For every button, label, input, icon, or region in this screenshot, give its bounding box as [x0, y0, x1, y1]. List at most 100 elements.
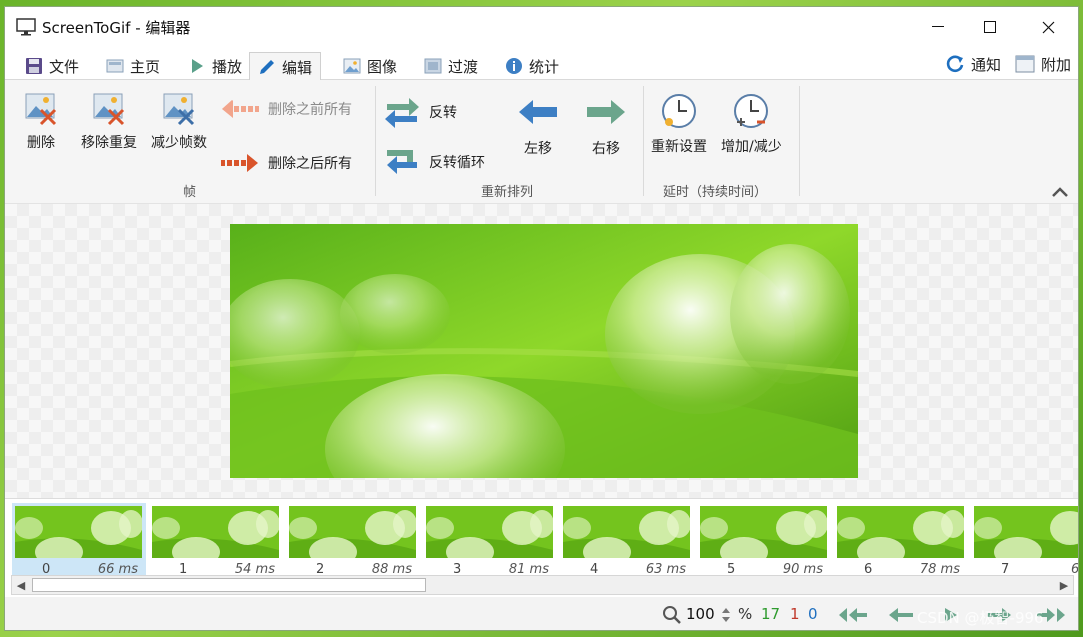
- arrow-left-dashed-icon: [222, 100, 259, 118]
- timeline-frame[interactable]: 0 66 ms: [12, 503, 146, 577]
- ribbon-separator: [643, 86, 644, 196]
- app-monitor-icon: [16, 18, 36, 36]
- first-frame-icon[interactable]: [837, 606, 869, 624]
- delete-after-button[interactable]: 删除之后所有: [220, 152, 352, 174]
- yoyo-label: 反转循环: [429, 155, 485, 171]
- close-button[interactable]: [1025, 7, 1071, 47]
- tab-statistics-label: 统计: [529, 57, 560, 76]
- frame-thumbnail: [837, 506, 964, 558]
- tab-home[interactable]: 主页: [98, 52, 168, 80]
- collapse-ribbon-icon[interactable]: [1051, 186, 1069, 198]
- notifications-button[interactable]: 通知: [945, 51, 1001, 77]
- reduce-frames-button[interactable]: 减少帧数: [151, 90, 207, 152]
- tab-file[interactable]: 文件: [17, 52, 87, 80]
- delete-before-label: 删除之前所有: [268, 102, 352, 118]
- frame-count: 17: [761, 605, 781, 623]
- remove-duplicates-label: 移除重复: [81, 135, 137, 151]
- title-bar: ScreenToGif - 编辑器: [5, 7, 1078, 47]
- tab-image[interactable]: 图像: [335, 52, 405, 80]
- frame-preview-image: [230, 224, 858, 478]
- frames-group-label: 帧: [183, 185, 197, 200]
- reorder-group-label: 重新排列: [481, 185, 534, 200]
- tab-image-label: 图像: [367, 57, 398, 76]
- timeline-frame[interactable]: 766 r: [971, 503, 1078, 577]
- previous-frame-icon[interactable]: [885, 606, 917, 624]
- yoyo-button[interactable]: 反转循环: [383, 144, 485, 180]
- delete-before-button[interactable]: 删除之前所有: [220, 98, 352, 120]
- delete-frame-button[interactable]: 删除: [23, 90, 59, 152]
- move-right-button[interactable]: 右移: [585, 98, 627, 158]
- timeline-frame[interactable]: 4 63 ms: [560, 503, 694, 577]
- delete-frame-icon: [25, 93, 57, 126]
- zoom-unit: %: [738, 605, 753, 623]
- scroll-left-arrow[interactable]: ◀: [12, 576, 30, 594]
- play-icon: [192, 59, 203, 73]
- tab-play-label: 播放: [212, 57, 243, 76]
- reset-delay-button[interactable]: 重新设置: [651, 92, 707, 156]
- adjust-delay-label: 增加/减少: [721, 139, 782, 155]
- frame-thumbnail: [563, 506, 690, 558]
- scrollbar-thumb[interactable]: [32, 578, 426, 592]
- frame-thumbnail: [289, 506, 416, 558]
- tab-file-label: 文件: [49, 57, 80, 76]
- move-left-label: 左移: [524, 141, 552, 157]
- timeline-frame[interactable]: 6 78 ms: [834, 503, 968, 577]
- tab-edit[interactable]: 编辑: [249, 52, 322, 81]
- reduce-frames-label: 减少帧数: [151, 135, 207, 151]
- remove-duplicates-button[interactable]: 移除重复: [81, 90, 137, 152]
- refresh-icon: [946, 55, 964, 73]
- home-icon: [106, 59, 124, 73]
- tab-transition-label: 过渡: [448, 57, 479, 76]
- image-icon: [343, 58, 361, 74]
- zoom-icon: [663, 606, 681, 624]
- timeline-frame[interactable]: 1 54 ms: [149, 503, 283, 577]
- timeline-frame[interactable]: 3 81 ms: [423, 503, 557, 577]
- timeline-scrollbar[interactable]: ◀ ▶: [11, 575, 1074, 595]
- attach-label: 附加: [1041, 55, 1072, 74]
- transition-icon: [424, 58, 442, 74]
- frame-thumbnail: [426, 506, 553, 558]
- tab-transition[interactable]: 过渡: [416, 52, 486, 80]
- scroll-right-arrow[interactable]: ▶: [1055, 576, 1073, 594]
- ribbon-panel: 删除 移除重复 减少帧数 删除之前所有 删除之后所有 帧 反转 反转循环 左移 …: [5, 80, 1078, 204]
- arrow-left-icon: [519, 100, 557, 124]
- maximize-icon: [984, 21, 996, 33]
- zoom-stepper-icon[interactable]: [721, 606, 731, 624]
- delete-frame-label: 删除: [27, 135, 55, 151]
- adjust-delay-button[interactable]: 增加/减少: [721, 92, 782, 156]
- window-title: ScreenToGif - 编辑器: [42, 19, 191, 37]
- reset-delay-label: 重新设置: [651, 139, 707, 155]
- selected-count: 1: [790, 605, 800, 623]
- attach-button[interactable]: 附加: [1015, 51, 1071, 77]
- reverse-label: 反转: [429, 105, 457, 121]
- move-right-label: 右移: [592, 141, 620, 157]
- frame-thumbnail: [152, 506, 279, 558]
- timeline-frame[interactable]: 2 88 ms: [286, 503, 420, 577]
- window-icon: [1015, 55, 1035, 73]
- arrow-right-icon: [587, 100, 625, 124]
- arrow-right-dashed-icon: [221, 154, 258, 172]
- tab-statistics[interactable]: 统计: [497, 52, 567, 80]
- tab-home-label: 主页: [130, 57, 161, 76]
- editor-window: ScreenToGif - 编辑器 文件 主页 播放 编辑 图像 过渡 统计 通…: [4, 6, 1079, 631]
- frame-thumbnail: [974, 506, 1078, 558]
- frame-thumbnail: [700, 506, 827, 558]
- reverse-icon: [385, 98, 419, 128]
- tab-play[interactable]: 播放: [180, 52, 250, 80]
- delay-group-label: 延时（持续时间）: [663, 185, 768, 200]
- ribbon-tab-bar: 文件 主页 播放 编辑 图像 过渡 统计 通知 附加: [5, 47, 1078, 81]
- minimize-icon: [932, 26, 944, 27]
- delete-after-label: 删除之后所有: [268, 156, 352, 172]
- move-left-button[interactable]: 左移: [517, 98, 559, 158]
- zoom-value[interactable]: 100: [686, 605, 715, 623]
- notifications-label: 通知: [971, 55, 1002, 74]
- reduce-frames-icon: [163, 93, 195, 126]
- pencil-icon: [260, 60, 274, 74]
- close-icon: [1042, 21, 1054, 33]
- clock-plus-minus-icon: [734, 94, 769, 128]
- maximize-button[interactable]: [967, 7, 1013, 47]
- ribbon-separator: [375, 86, 376, 196]
- timeline-frame[interactable]: 5 90 ms: [697, 503, 831, 577]
- reverse-button[interactable]: 反转: [383, 94, 457, 130]
- minimize-button[interactable]: [915, 7, 961, 47]
